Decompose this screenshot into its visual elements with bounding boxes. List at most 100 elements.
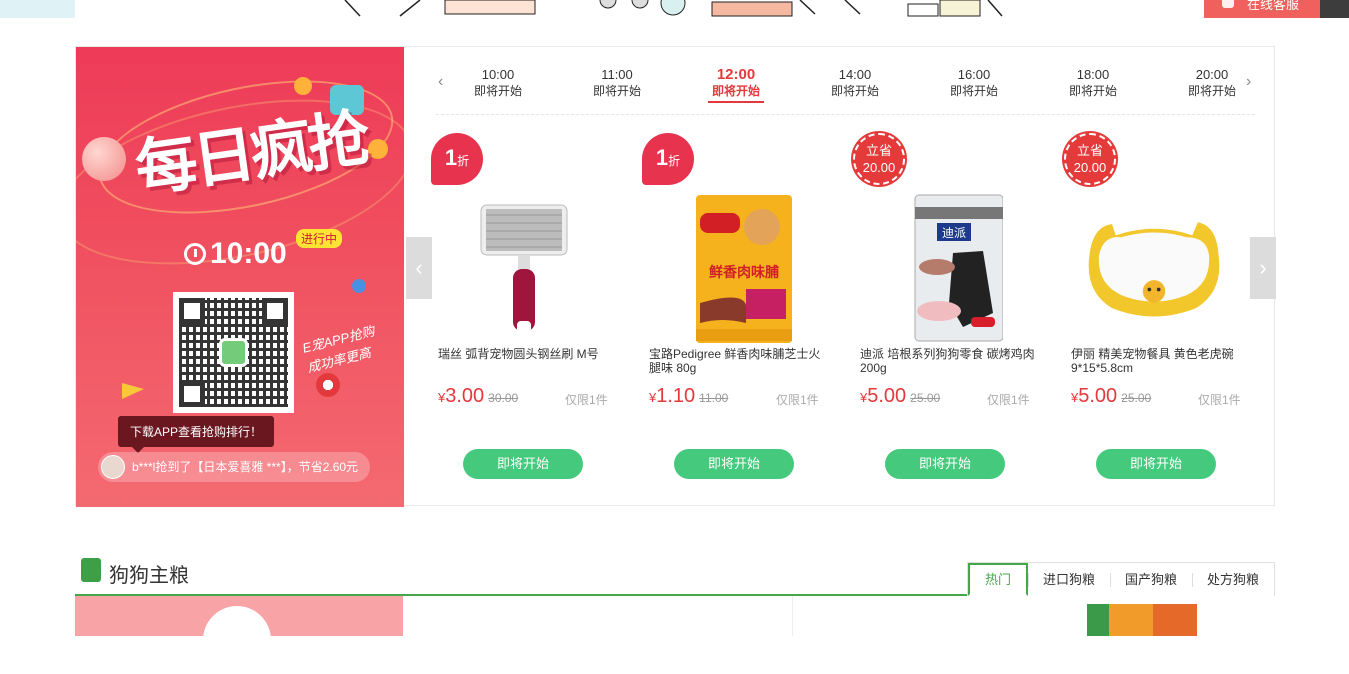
product-card[interactable]: 立省 20.00 伊丽 精美宠物餐具 黄色老虎碗 9*15*5.8cm ¥5.00… <box>1064 133 1264 483</box>
sale-price: 3.00 <box>445 385 485 407</box>
chevron-left-icon: ‹ <box>415 255 423 280</box>
products-prev-button[interactable]: ‹ <box>406 237 432 299</box>
slot-time: 11:00 <box>601 67 633 82</box>
product-image-pedigree-bag: 鲜香肉味脯 <box>696 195 792 343</box>
purchase-limit: 仅限1件 <box>1198 393 1241 407</box>
slot-status: 即将开始 <box>711 84 760 98</box>
slot-time: 10:00 <box>481 67 515 82</box>
tab-prescription-dog-food[interactable]: 处方狗粮 <box>1191 563 1274 596</box>
savings-tag: 立省 20.00 <box>1064 133 1116 185</box>
savings-amount: 20.00 <box>1073 160 1107 175</box>
dog-food-section-content <box>75 596 1275 674</box>
session-time: 10:00 <box>184 237 287 271</box>
top-right-dark-tab[interactable] <box>1320 0 1349 18</box>
daily-rush-banner[interactable]: 每日疯抢 10:00 进行中 E宠APP抢购 成功率更高 下载APP查看抢购排行… <box>76 47 404 507</box>
slot-status: 即将开始 <box>473 84 522 98</box>
discount-unit: 折 <box>457 154 470 168</box>
coming-soon-button[interactable]: 即将开始 <box>1096 449 1216 479</box>
timeline-slot-12[interactable]: 12:00 即将开始 <box>696 67 776 103</box>
discount-unit: 折 <box>668 154 681 168</box>
product-image-steel-brush <box>480 204 568 333</box>
dog-food-bag-image[interactable] <box>1087 604 1197 636</box>
product-name[interactable]: 瑞丝 弧背宠物圆头钢丝刷 M号 <box>438 347 618 361</box>
qr-finder <box>179 298 205 324</box>
purchase-ticker: b***l抢到了【日本爱喜雅 ***】，节省2.60元 <box>98 452 371 482</box>
chat-icon <box>1222 0 1234 8</box>
discount-tag: 1折 <box>642 133 694 185</box>
download-app-tooltip: 下载APP查看抢购排行！ <box>118 416 275 453</box>
timeline-next-icon[interactable]: › <box>1246 73 1251 91</box>
product-card[interactable]: 1折 鲜香肉味脯 宝路Pedigree 鲜香肉味脯芝士火腿味 80g ¥1.10… <box>642 133 842 483</box>
original-price: 25.00 <box>910 391 941 405</box>
dean-pet-bag-text: 迪派 <box>942 226 966 240</box>
decor-sphere <box>294 77 312 95</box>
online-service-button[interactable]: 在线客服 <box>1204 0 1320 18</box>
product-price: ¥5.00 25.00 <box>1071 385 1151 408</box>
section-tabs: 热门 进口狗粮 国产狗粮 处方狗粮 <box>966 562 1275 596</box>
slot-status: 即将开始 <box>1068 84 1117 98</box>
slot-time: 14:00 <box>838 67 872 82</box>
product-column[interactable] <box>403 596 793 636</box>
tab-hot[interactable]: 热门 <box>967 563 1028 596</box>
ticker-text: b***l抢到了【日本爱喜雅 ***】，节省2.60元 <box>132 460 359 474</box>
timeline-slot-10[interactable]: 10:00 即将开始 <box>458 67 538 99</box>
coming-soon-button[interactable]: 即将开始 <box>674 449 794 479</box>
timeline-prev-icon[interactable]: ‹ <box>438 73 443 91</box>
savings-label: 立省 <box>865 143 892 158</box>
dog-food-bag-icon <box>81 558 101 582</box>
timeline-slot-16[interactable]: 16:00 即将开始 <box>934 67 1014 99</box>
dog-food-section-header: 狗狗主粮 热门 进口狗粮 国产狗粮 处方狗粮 <box>75 556 1275 596</box>
pedigree-bag-text: 鲜香肉味脯 <box>709 264 779 281</box>
tab-domestic-dog-food[interactable]: 国产狗粮 <box>1109 563 1192 596</box>
qr-finder <box>179 381 205 407</box>
qr-pattern <box>179 298 288 407</box>
original-price: 25.00 <box>1121 391 1152 405</box>
timeline-slot-14[interactable]: 14:00 即将开始 <box>815 67 895 99</box>
discount-num: 1 <box>444 145 458 170</box>
section-title: 狗狗主粮 <box>109 565 189 587</box>
savings-amount: 20.00 <box>862 160 896 175</box>
coming-soon-button[interactable]: 即将开始 <box>885 449 1005 479</box>
flash-sale-panel: 每日疯抢 10:00 进行中 E宠APP抢购 成功率更高 下载APP查看抢购排行… <box>75 46 1276 507</box>
product-name[interactable]: 伊丽 精美宠物餐具 黄色老虎碗 9*15*5.8cm <box>1071 347 1251 375</box>
coming-soon-button[interactable]: 即将开始 <box>463 449 583 479</box>
discount-tag: 1折 <box>431 133 483 185</box>
product-name[interactable]: 宝路Pedigree 鲜香肉味脯芝士火腿味 80g <box>649 347 829 375</box>
brand-banner[interactable] <box>75 596 403 674</box>
decor-sphere <box>316 373 340 397</box>
timeline-slot-20[interactable]: 20:00 即将开始 <box>1172 67 1252 99</box>
tab-imported-dog-food[interactable]: 进口狗粮 <box>1027 563 1110 596</box>
slot-time: 12:00 <box>716 66 756 83</box>
discount-num: 1 <box>655 145 669 170</box>
app-logo-icon <box>219 338 248 367</box>
product-image-dean-pet-bag: 迪派 <box>914 194 1003 342</box>
alarm-clock-icon <box>184 243 206 265</box>
product-card[interactable]: 1折 瑞丝 弧背宠物圆头钢丝刷 M号 ¥3.00 30.00 仅限1件 即将开始 <box>431 133 631 483</box>
status-badge: 进行中 <box>296 229 343 248</box>
sale-price: 5.00 <box>1078 385 1118 407</box>
slot-time: 16:00 <box>957 67 991 82</box>
product-name[interactable]: 迪派 培根系列狗狗零食 碳烤鸡肉200g <box>860 347 1040 375</box>
product-price: ¥5.00 25.00 <box>860 385 940 408</box>
brand-logo <box>203 606 271 674</box>
product-card[interactable]: 立省 20.00 迪派 迪派 培根系列狗狗零食 碳烤鸡肉200g ¥5.00 25.… <box>853 133 1053 483</box>
decor-sphere <box>352 279 366 293</box>
timeline-slot-11[interactable]: 11:00 即将开始 <box>577 67 657 99</box>
purchase-limit: 仅限1件 <box>776 393 819 407</box>
sale-price: 1.10 <box>656 385 696 407</box>
online-service-label: 在线客服 <box>1246 0 1299 12</box>
top-left-decoration <box>0 0 75 18</box>
timeline-slot-18[interactable]: 18:00 即将开始 <box>1053 67 1133 99</box>
sale-price: 5.00 <box>867 385 907 407</box>
product-price: ¥1.10 11.00 <box>649 385 728 408</box>
app-slogan: E宠APP抢购 成功率更高 <box>300 323 376 376</box>
slot-status: 即将开始 <box>1187 84 1236 98</box>
avatar <box>101 455 125 479</box>
top-banner-illustration <box>344 0 1003 17</box>
original-price: 11.00 <box>699 391 729 405</box>
purchase-limit: 仅限1件 <box>987 393 1030 407</box>
top-banner-strip: 在线客服 <box>0 0 1349 18</box>
product-image-tiger-bowl <box>1088 222 1220 317</box>
purchase-limit: 仅限1件 <box>565 393 608 407</box>
savings-label: 立省 <box>1076 143 1103 158</box>
